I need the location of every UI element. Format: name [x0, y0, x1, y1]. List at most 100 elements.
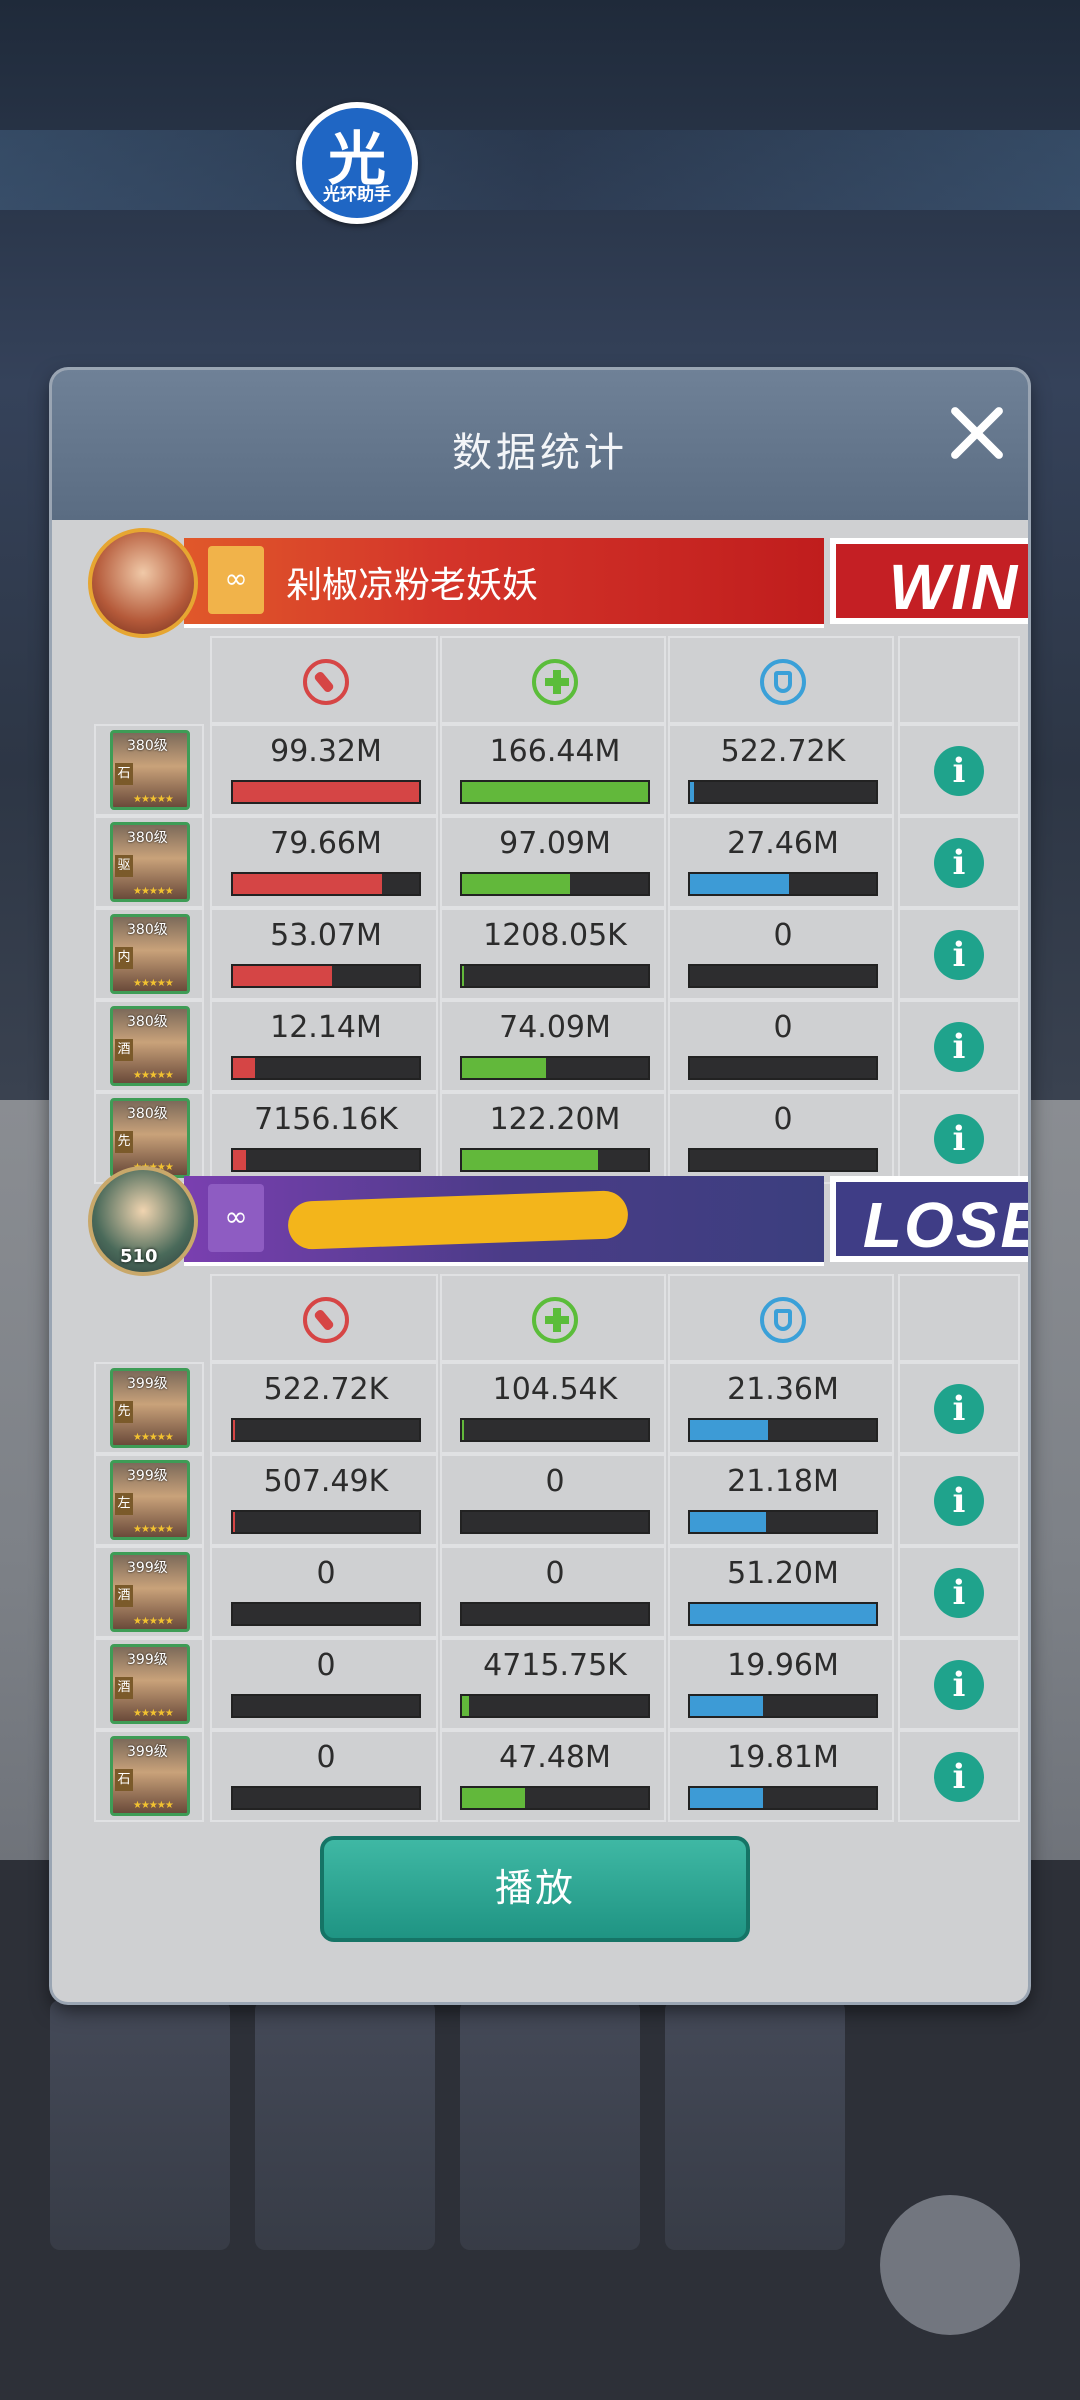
info-cell: i [898, 1546, 1020, 1638]
damage-bar [231, 1056, 421, 1080]
info-cell: i [898, 1362, 1020, 1454]
hero-cell: 399级先 ★★★★★ [94, 1362, 204, 1454]
info-icon[interactable]: i [934, 1660, 984, 1710]
plus-icon [532, 1297, 578, 1343]
hero-cell: 380级驱 ★★★★★ [94, 816, 204, 908]
hero-cell: 399级石 ★★★★★ [94, 1730, 204, 1822]
table-row: 380级先★★★★★7156.16K122.20M0i [94, 1092, 1020, 1184]
info-cell: i [898, 908, 1020, 1000]
hero-stars: ★★★★★ [133, 1616, 174, 1627]
background-card [50, 2000, 230, 2250]
heal-cell: 97.09M [440, 816, 666, 908]
table-row: 399级石 ★★★★★ 0 47.48M 19.81M i [94, 1730, 1020, 1822]
damage-bar [231, 1510, 421, 1534]
hero-cell: 380级石 ★★★★★ [94, 724, 204, 816]
hero-portrait[interactable]: 380级酒 ★★★★★ [110, 1006, 190, 1086]
damage-value: 0 [316, 1648, 336, 1683]
heal-value: 97.09M [499, 826, 611, 861]
hero-portrait[interactable]: 399级酒 ★★★★★ [110, 1552, 190, 1632]
hero-level: 380级 [127, 1014, 168, 1030]
damage-value: 0 [316, 1556, 336, 1591]
hero-level: 399级 [127, 1744, 168, 1760]
info-icon[interactable]: i [934, 1114, 984, 1164]
info-icon[interactable]: i [934, 1022, 984, 1072]
heal-bar-fill [462, 966, 464, 986]
hero-cell: 380级内 ★★★★★ [94, 908, 204, 1000]
info-icon[interactable]: i [934, 1752, 984, 1802]
damage-bar-fill [233, 966, 332, 986]
team-stats-table: 380级石 ★★★★★ 99.32M 166.44M 522.72K i 380级驱 ★★★★… [94, 636, 1028, 1184]
tank-value: 522.72K [720, 734, 846, 769]
info-icon[interactable]: i [934, 1476, 984, 1526]
tank-bar-fill [690, 1420, 769, 1440]
info-icon[interactable]: i [934, 838, 984, 888]
tank-bar [688, 1418, 878, 1442]
tank-bar-fill [690, 1512, 767, 1532]
tank-bar-fill [690, 1696, 763, 1716]
hero-portrait[interactable]: 399级石 ★★★★★ [110, 1736, 190, 1816]
tank-bar-fill [690, 1604, 876, 1624]
team-name: 剁椒凉粉老妖妖 [286, 565, 539, 606]
close-icon[interactable] [944, 400, 1010, 466]
heal-value: 47.48M [499, 1740, 611, 1775]
team-stats-table: 399级先 ★★★★★ 522.72K 104.54K 21.36M i 399级左 ★★★★… [94, 1274, 1028, 1822]
damage-value: 507.49K [263, 1464, 389, 1499]
hero-level: 380级 [127, 1106, 168, 1122]
shield-icon [760, 659, 806, 705]
hero-stars: ★★★★★ [133, 1800, 174, 1811]
hero-portrait[interactable]: 380级内 ★★★★★ [110, 914, 190, 994]
heal-bar [460, 872, 650, 896]
hero-cell: 399级酒 ★★★★★ [94, 1638, 204, 1730]
hero-stars: ★★★★★ [133, 1524, 174, 1535]
player-avatar[interactable] [88, 528, 198, 638]
heal-value: 104.54K [492, 1372, 618, 1407]
damage-cell: 0 [210, 1730, 438, 1822]
hero-portrait[interactable]: 399级先 ★★★★★ [110, 1368, 190, 1448]
hero-class-tag: 先 [115, 1401, 133, 1423]
hero-portrait[interactable]: 399级左 ★★★★★ [110, 1460, 190, 1540]
hero-class-tag: 石 [115, 1769, 133, 1791]
info-icon[interactable]: i [934, 1384, 984, 1434]
info-icon[interactable]: i [934, 930, 984, 980]
info-icon[interactable]: i [934, 1568, 984, 1618]
tank-bar-fill [690, 1788, 763, 1808]
damage-bar [231, 964, 421, 988]
tank-bar [688, 1786, 878, 1810]
player-avatar[interactable]: 510 [88, 1166, 198, 1276]
heal-cell: 4715.75K [440, 1638, 666, 1730]
damage-cell: 53.07M [210, 908, 438, 1000]
damage-value: 0 [316, 1740, 336, 1775]
tank-cell: 522.72K [668, 724, 894, 816]
heal-cell: 1208.05K [440, 908, 666, 1000]
heal-bar [460, 1056, 650, 1080]
guild-flag-icon: ∞ [208, 546, 264, 614]
info-cell: i [898, 1638, 1020, 1730]
damage-bar [231, 1148, 421, 1172]
table-row: 380级石 ★★★★★ 99.32M 166.44M 522.72K i [94, 724, 1020, 816]
hero-stars: ★★★★★ [133, 978, 174, 989]
tank-cell: 51.20M [668, 1546, 894, 1638]
heal-value: 1208.05K [483, 918, 627, 953]
tank-cell: 0 [668, 908, 894, 1000]
damage-value: 53.07M [270, 918, 382, 953]
hero-portrait[interactable]: 380级驱 ★★★★★ [110, 822, 190, 902]
heal-cell: 47.48M [440, 1730, 666, 1822]
result-badge: WIN [830, 538, 1028, 624]
table-row: 399级左 ★★★★★ 507.49K 0 21.18M i [94, 1454, 1020, 1546]
header-cell [94, 1274, 204, 1362]
background-card [460, 2000, 640, 2250]
hero-stars: ★★★★★ [133, 886, 174, 897]
tank-cell: 27.46M [668, 816, 894, 908]
play-button[interactable]: 播放 [320, 1836, 750, 1942]
shield-icon [760, 1297, 806, 1343]
heal-cell: 166.44M [440, 724, 666, 816]
info-icon[interactable]: i [934, 746, 984, 796]
heal-bar [460, 1148, 650, 1172]
damage-bar [231, 872, 421, 896]
info-cell: i [898, 724, 1020, 816]
hero-portrait[interactable]: 380级石 ★★★★★ [110, 730, 190, 810]
hero-level: 380级 [127, 830, 168, 846]
hero-portrait[interactable]: 399级酒 ★★★★★ [110, 1644, 190, 1724]
heal-bar [460, 1510, 650, 1534]
heal-bar-fill [462, 1788, 526, 1808]
